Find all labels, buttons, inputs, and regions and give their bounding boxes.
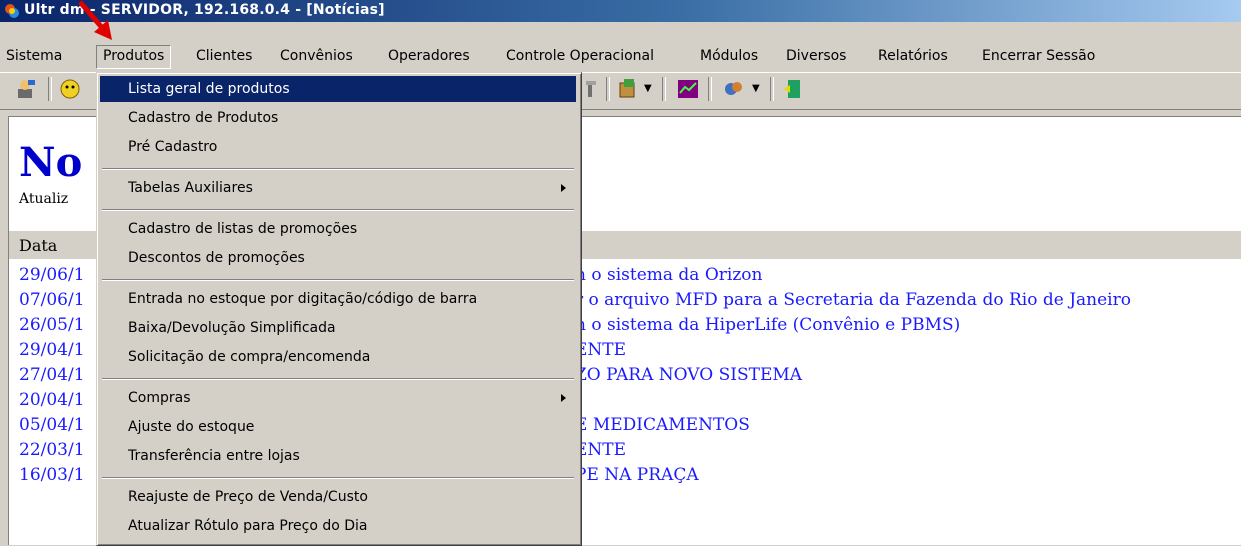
menu-item-label: Pré Cadastro [128,139,218,155]
menu-item-label: Reajuste de Preço de Venda/Custo [128,489,368,505]
submenu-arrow-icon [561,184,566,192]
menu-item-label: Descontos de promoções [128,250,305,266]
menu-item-label: Solicitação de compra/encomenda [128,349,371,365]
menu-item-label: Cadastro de listas de promoções [128,221,358,237]
menu-item-reajuste-de-preco-de-venda-custo[interactable]: Reajuste de Preço de Venda/Custo [100,484,576,510]
menu-item-label: Lista geral de produtos [128,81,290,97]
menu-separator [102,477,574,479]
news-headline[interactable]: PE NA PRAÇA [575,465,699,485]
news-headline[interactable]: r o arquivo MFD para a Secretaria da Faz… [575,290,1131,310]
products-dropdown-menu: Lista geral de produtos Cadastro de Produ… [96,72,582,546]
menu-relat-rios[interactable]: Relatórios [872,45,954,67]
menu-encerrar-sess-o[interactable]: Encerrar Sessão [976,45,1101,67]
news-date[interactable]: 05/04/1 [19,415,85,435]
column-header-date: Data [19,236,58,255]
menu-item-descontos-de-promocoes[interactable]: Descontos de promoções [100,245,576,271]
menu-produtos[interactable]: Produtos [96,45,172,69]
menu-item-baixa-devolucao-simplificada[interactable]: Baixa/Devolução Simplificada [100,315,576,341]
menu-item-label: Compras [128,390,191,406]
menu-sistema[interactable]: Sistema [0,45,68,67]
menu-item-pre-cadastro[interactable]: Pré Cadastro [100,134,576,160]
menu-item-transferencia-entre-lojas[interactable]: Transferência entre lojas [100,443,576,469]
menu-item-solicitacao-de-compra-encomenda[interactable]: Solicitação de compra/encomenda [100,344,576,370]
page-title: No [19,139,83,186]
menu-separator [102,279,574,281]
annotation-arrow-icon [78,0,112,40]
toolbar-separator [606,77,610,101]
page-subtitle: Atualiz [19,191,69,207]
submenu-arrow-icon [561,394,566,402]
menu-item-ajuste-do-estoque[interactable]: Ajuste do estoque [100,414,576,440]
user-icon[interactable] [14,77,38,101]
menu-item-label: Baixa/Devolução Simplificada [128,320,336,336]
menu-item-label: Ajuste do estoque [128,419,255,435]
menu-item-entrada-no-estoque-por-digitacao-codigo-de-barra[interactable]: Entrada no estoque por digitação/código … [100,286,576,312]
news-date[interactable]: 07/06/1 [19,290,85,310]
menu-m-dulos[interactable]: Módulos [694,45,764,67]
menu-separator [102,209,574,211]
menu-item-cadastro-de-produtos[interactable]: Cadastro de Produtos [100,105,576,131]
menu-controle-operacional[interactable]: Controle Operacional [500,45,660,67]
news-date[interactable]: 22/03/1 [19,440,85,460]
news-date[interactable]: 29/06/1 [19,265,85,285]
menu-operadores[interactable]: Operadores [382,45,476,67]
news-date[interactable]: 29/04/1 [19,340,85,360]
news-headline[interactable]: ENTE [575,440,626,460]
title-bar: Ultr dm - SERVIDOR, 192.168.0.4 - [Notíc… [0,0,1241,22]
menu-item-cadastro-de-listas-de-promocoes[interactable]: Cadastro de listas de promoções [100,216,576,242]
menu-item-lista-geral-de-produtos[interactable]: Lista geral de produtos [100,76,576,102]
menu-conv-nios[interactable]: Convênios [274,45,359,67]
news-date[interactable]: 26/05/1 [19,315,85,335]
news-headline[interactable]: n o sistema da Orizon [575,265,763,285]
box-icon[interactable] [616,77,640,101]
menu-separator [102,168,574,170]
news-headline[interactable]: E MEDICAMENTOS [575,415,750,435]
tool-icon[interactable] [582,77,606,101]
toolbar-separator [48,77,52,101]
news-headline[interactable]: ZO PARA NOVO SISTEMA [575,365,802,385]
toolbar-separator [662,77,666,101]
chart-icon[interactable] [676,77,700,101]
menu-item-tabelas-auxiliares[interactable]: Tabelas Auxiliares [100,175,576,201]
menu-separator [102,378,574,380]
exit-icon[interactable] [782,77,806,101]
toolbar-separator [770,77,774,101]
menu-item-label: Cadastro de Produtos [128,110,279,126]
menu-diversos[interactable]: Diversos [780,45,852,67]
news-headline[interactable]: ENTE [575,340,626,360]
menu-item-label: Atualizar Rótulo para Preço do Dia [128,518,368,534]
menu-item-label: Tabelas Auxiliares [128,180,253,196]
app-icon [5,4,19,18]
news-headline[interactable]: n o sistema da HiperLife (Convênio e PBM… [575,315,960,335]
plugin-icon[interactable] [722,77,746,101]
menu-item-atualizar-rotulo-para-preco-do-dia[interactable]: Atualizar Rótulo para Preço do Dia [100,513,576,539]
menu-item-label: Entrada no estoque por digitação/código … [128,291,478,307]
news-date[interactable]: 16/03/1 [19,465,85,485]
smiley-icon[interactable] [58,77,82,101]
dropdown-arrow-icon[interactable]: ▼ [644,83,652,94]
toolbar-separator [708,77,712,101]
dropdown-arrow-icon[interactable]: ▼ [752,83,760,94]
menu-item-compras[interactable]: Compras [100,385,576,411]
menu-item-label: Transferência entre lojas [128,448,300,464]
news-date[interactable]: 27/04/1 [19,365,85,385]
news-date[interactable]: 20/04/1 [19,390,85,410]
menu-clientes[interactable]: Clientes [190,45,258,67]
